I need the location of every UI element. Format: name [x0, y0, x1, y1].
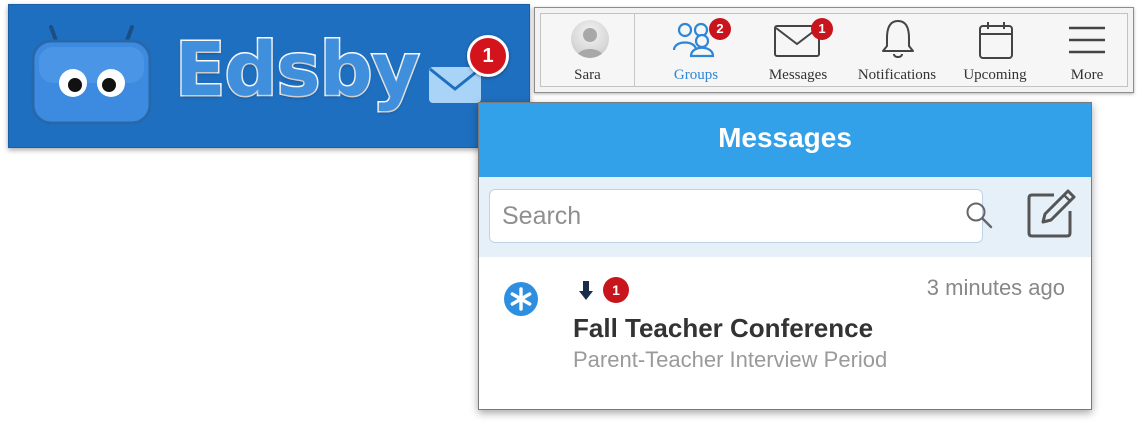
toolbar-label-groups: Groups — [673, 67, 719, 83]
message-unread-badge: 1 — [603, 277, 629, 303]
person-icon — [576, 28, 604, 58]
toolbar-label-more: More — [1070, 67, 1104, 83]
toolbar-label-upcoming: Upcoming — [963, 67, 1027, 83]
messages-panel-title: Messages — [479, 103, 1091, 177]
bell-icon — [882, 20, 914, 58]
top-toolbar: Sara 2 Groups 1 Messages Notifications U… — [534, 7, 1134, 93]
message-title: Fall Teacher Conference — [573, 313, 874, 343]
asterisk-icon — [504, 282, 538, 316]
messages-panel: Messages 1 3 minute — [478, 102, 1092, 410]
toolbar-item-more[interactable]: More — [1045, 14, 1129, 86]
user-avatar — [571, 20, 609, 58]
toolbar-label-notifications: Notifications — [857, 67, 937, 83]
groups-badge: 2 — [709, 18, 731, 40]
edsby-logo-icon — [31, 25, 152, 125]
toolbar-item-groups[interactable]: 2 Groups — [649, 14, 743, 86]
edsby-wordmark: Edsby — [174, 26, 422, 115]
messages-search-bar — [479, 177, 1091, 257]
mail-unread-badge: 1 — [467, 35, 509, 77]
message-timestamp: 3 minutes ago — [926, 275, 1065, 300]
message-subtitle: Parent-Teacher Interview Period — [573, 347, 888, 372]
toolbar-item-upcoming[interactable]: Upcoming — [947, 14, 1043, 86]
toolbar-item-messages[interactable]: 1 Messages — [753, 14, 843, 86]
toolbar-item-notifications[interactable]: Notifications — [847, 14, 947, 86]
toolbar-divider — [634, 14, 635, 86]
calendar-icon — [979, 22, 1013, 59]
message-list-item[interactable]: 1 3 minutes ago Fall Teacher Conference … — [479, 257, 1091, 407]
search-icon[interactable] — [964, 200, 994, 230]
toolbar-item-profile[interactable]: Sara — [541, 14, 634, 86]
toolbar-label-messages: Messages — [768, 67, 828, 83]
messages-badge: 1 — [811, 18, 833, 40]
search-box — [489, 189, 993, 243]
toolbar-inner: Sara 2 Groups 1 Messages Notifications U… — [540, 13, 1128, 87]
toolbar-label-profile: Sara — [574, 67, 601, 83]
menu-icon — [1069, 26, 1105, 54]
arrow-down-icon — [579, 281, 593, 300]
search-input[interactable] — [490, 190, 930, 242]
edsby-banner: Edsby 1 — [8, 4, 530, 148]
compose-icon[interactable] — [1024, 187, 1078, 241]
